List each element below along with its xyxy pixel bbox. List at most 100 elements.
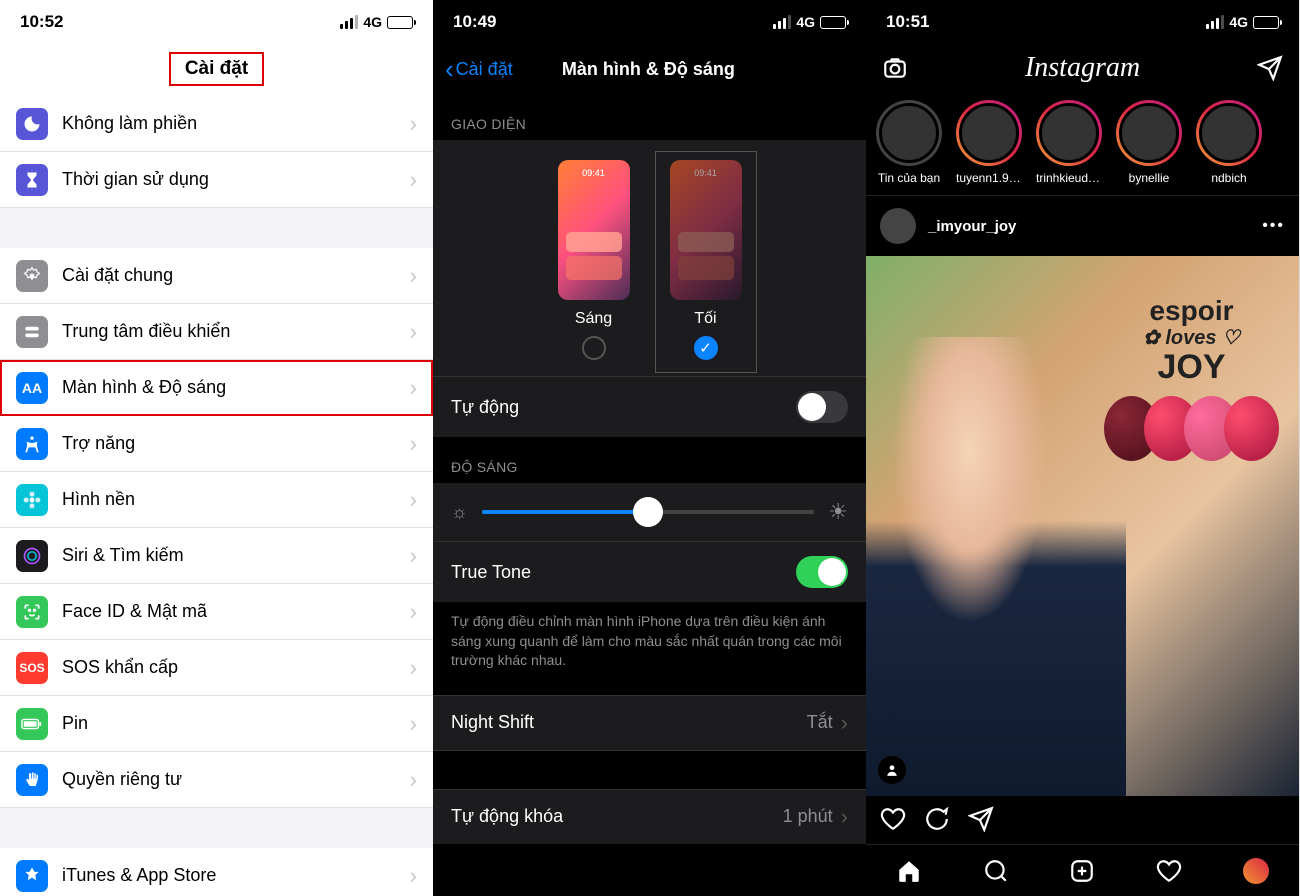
row-faceid[interactable]: Face ID & Mật mã › [0, 584, 433, 640]
settings-screen: 10:52 4G Cài đặt Không làm phiền › Thời … [0, 0, 433, 896]
post-username[interactable]: _imyour_joy [928, 218, 1250, 235]
tab-bar [866, 844, 1299, 896]
signal-icon [1206, 15, 1224, 29]
nav-title: Màn hình & Độ sáng [443, 59, 854, 80]
chevron-right-icon: › [410, 767, 417, 793]
text-size-icon: AA [16, 372, 48, 404]
tab-activity[interactable] [1156, 858, 1182, 884]
like-icon[interactable] [880, 806, 906, 832]
balloon-prop: espoir ✿ loves ♡ JOY [1104, 296, 1279, 461]
status-bar: 10:49 4G [433, 0, 866, 44]
story-item[interactable]: bynellie [1116, 100, 1182, 185]
battery-icon [820, 16, 846, 29]
row-screen-time[interactable]: Thời gian sử dụng › [0, 152, 433, 208]
camera-icon[interactable] [882, 55, 908, 81]
row-automatic[interactable]: Tự động [433, 376, 866, 437]
story-own[interactable]: Tin của bạn [876, 100, 942, 185]
story-item[interactable]: tuyenn1.9.7.6 [956, 100, 1022, 185]
nightshift-value: Tắt [807, 712, 833, 733]
status-time: 10:52 [20, 12, 63, 32]
row-control-center[interactable]: Trung tâm điều khiển › [0, 304, 433, 360]
tab-add[interactable] [1069, 858, 1095, 884]
tab-home[interactable] [896, 858, 922, 884]
radio-unchecked-icon [582, 336, 606, 360]
status-right: 4G [773, 14, 846, 30]
send-icon[interactable] [1257, 55, 1283, 81]
row-itunes[interactable]: iTunes & App Store › [0, 848, 433, 896]
row-autolock[interactable]: Tự động khóa 1 phút › [433, 789, 866, 844]
post-image[interactable]: espoir ✿ loves ♡ JOY [866, 256, 1299, 796]
chevron-right-icon: › [410, 655, 417, 681]
row-label: Face ID & Mật mã [62, 601, 410, 622]
row-label: iTunes & App Store [62, 865, 410, 886]
row-wallpaper[interactable]: Hình nền › [0, 472, 433, 528]
appearance-light[interactable]: 09:41 Sáng [558, 160, 630, 360]
toggle-on[interactable] [796, 556, 848, 588]
appearance-dark[interactable]: 09:41 Tối ✓ [656, 152, 756, 372]
row-label: Pin [62, 713, 410, 734]
post-avatar[interactable] [880, 208, 916, 244]
battery-icon [16, 708, 48, 740]
avatar [879, 103, 939, 163]
comment-icon[interactable] [924, 806, 950, 832]
avatar [1119, 103, 1179, 163]
brightness-slider[interactable] [482, 510, 815, 514]
chevron-right-icon: › [410, 543, 417, 569]
row-label: Trung tâm điều khiển [62, 321, 410, 342]
chevron-right-icon: › [410, 375, 417, 401]
share-icon[interactable] [968, 806, 994, 832]
truetone-description: Tự động điều chỉnh màn hình iPhone dựa t… [433, 602, 866, 695]
moon-icon [16, 108, 48, 140]
appstore-icon [16, 860, 48, 892]
row-general[interactable]: Cài đặt chung › [0, 248, 433, 304]
chevron-right-icon: › [410, 263, 417, 289]
row-truetone[interactable]: True Tone [433, 541, 866, 602]
radio-checked-icon: ✓ [694, 336, 718, 360]
story-item[interactable]: ndbich [1196, 100, 1262, 185]
row-label: Hình nền [62, 489, 410, 510]
appearance-picker: 09:41 Sáng 09:41 Tối ✓ [433, 140, 866, 376]
hourglass-icon [16, 164, 48, 196]
row-do-not-disturb[interactable]: Không làm phiền › [0, 96, 433, 152]
row-label: Không làm phiền [62, 113, 410, 134]
row-accessibility[interactable]: Trợ năng › [0, 416, 433, 472]
row-siri[interactable]: Siri & Tìm kiếm › [0, 528, 433, 584]
nav-bar: ‹ Cài đặt Màn hình & Độ sáng [433, 44, 866, 94]
instagram-nav: Instagram [866, 44, 1299, 92]
signal-icon [340, 15, 358, 29]
status-right: 4G [1206, 14, 1279, 30]
sun-small-icon: ☼ [451, 502, 468, 523]
story-label: bynellie [1116, 171, 1182, 185]
chevron-right-icon: › [410, 111, 417, 137]
network-label: 4G [363, 14, 382, 30]
story-item[interactable]: trinhkieudie... [1036, 100, 1102, 185]
status-bar: 10:52 4G [0, 0, 433, 44]
row-privacy[interactable]: Quyền riêng tư › [0, 752, 433, 808]
tab-profile[interactable] [1243, 858, 1269, 884]
chevron-right-icon: › [410, 319, 417, 345]
stories-row[interactable]: Tin của bạn tuyenn1.9.7.6 trinhkieudie..… [866, 92, 1299, 196]
row-label: Trợ năng [62, 433, 410, 454]
light-label: Sáng [558, 310, 630, 328]
tagged-people-icon[interactable] [878, 756, 906, 784]
more-icon[interactable]: ••• [1262, 217, 1285, 235]
tab-search[interactable] [983, 858, 1009, 884]
chevron-right-icon: › [410, 487, 417, 513]
dark-label: Tối [670, 310, 742, 328]
chevron-right-icon: › [410, 431, 417, 457]
autolock-label: Tự động khóa [451, 806, 783, 827]
toggle-off[interactable] [796, 391, 848, 423]
chevron-right-icon: › [841, 804, 848, 830]
network-label: 4G [796, 14, 815, 30]
row-battery[interactable]: Pin › [0, 696, 433, 752]
story-label: trinhkieudie... [1036, 171, 1102, 185]
row-nightshift[interactable]: Night Shift Tắt › [433, 695, 866, 751]
person-silhouette [866, 337, 1126, 796]
chevron-right-icon: › [410, 167, 417, 193]
row-display-brightness[interactable]: AA Màn hình & Độ sáng › [0, 360, 433, 416]
chevron-right-icon: › [841, 710, 848, 736]
row-sos[interactable]: SOS SOS khẩn cấp › [0, 640, 433, 696]
auto-label: Tự động [451, 397, 796, 418]
status-time: 10:51 [886, 12, 929, 32]
instagram-logo: Instagram [1025, 52, 1140, 84]
